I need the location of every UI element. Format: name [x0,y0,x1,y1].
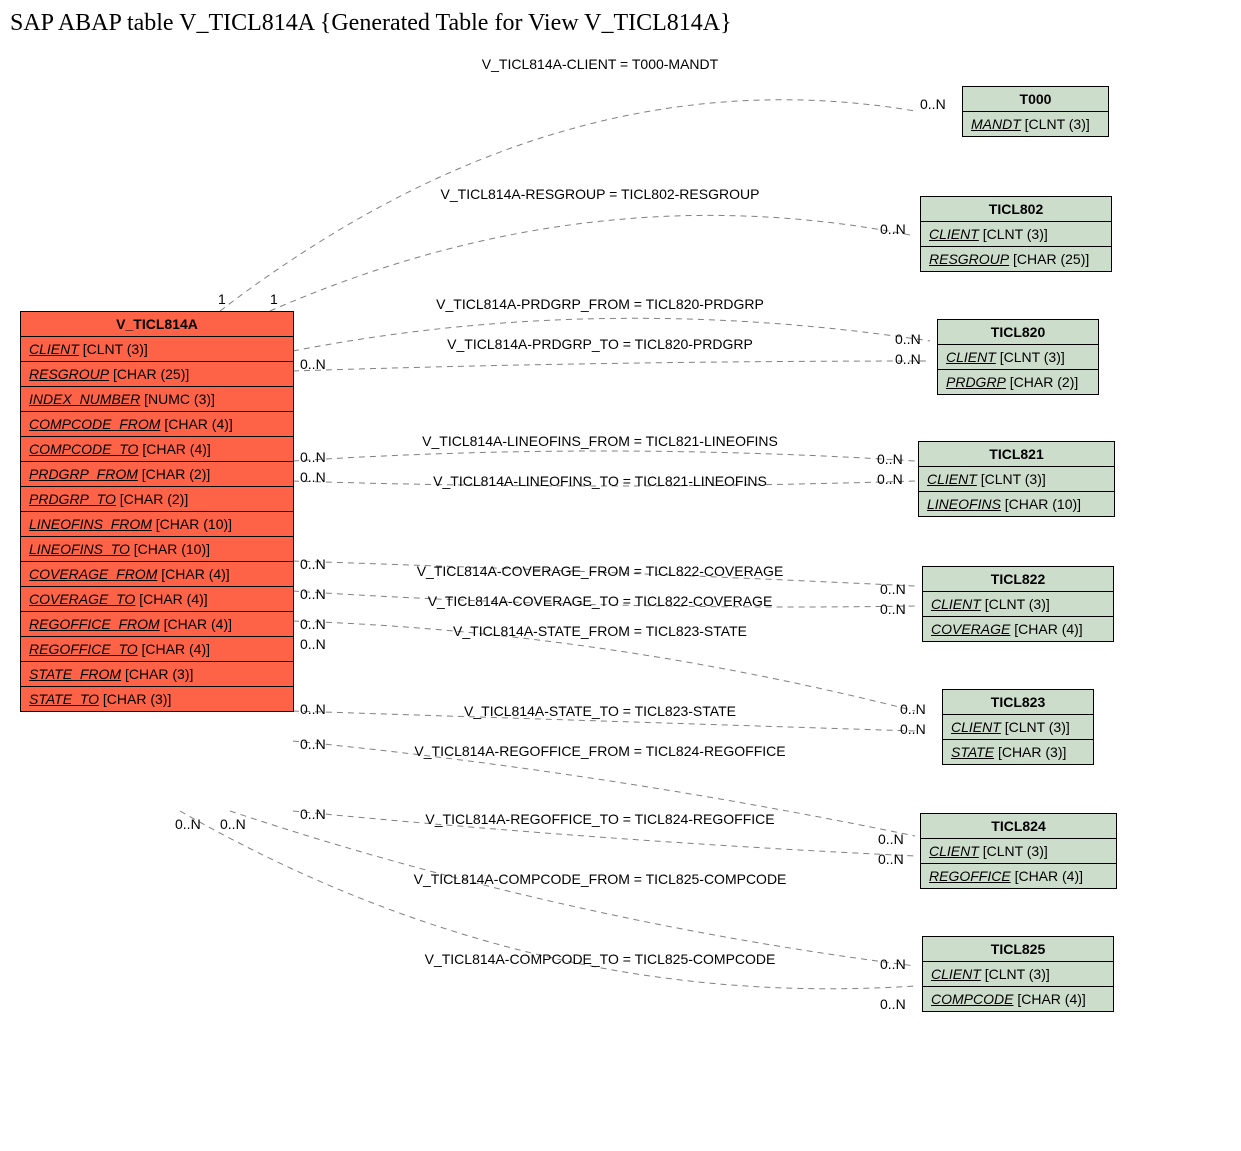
field-row: PRDGRP_TO [CHAR (2)] [21,487,293,512]
cardinality: 0..N [900,721,926,737]
entity-header: TICL822 [923,567,1113,592]
field-row: CLIENT [CLNT (3)] [919,467,1114,492]
er-diagram: V_TICL814A CLIENT [CLNT (3)] RESGROUP [C… [10,41,1231,1141]
field-row: COMPCODE [CHAR (4)] [923,987,1113,1011]
cardinality: 0..N [300,356,326,372]
field-row: CLIENT [CLNT (3)] [938,345,1098,370]
cardinality: 0..N [300,806,326,822]
field-row: STATE [CHAR (3)] [943,740,1093,764]
field-row: STATE_FROM [CHAR (3)] [21,662,293,687]
entity-ticl825: TICL825 CLIENT [CLNT (3)] COMPCODE [CHAR… [922,936,1114,1012]
field-row: CLIENT [CLNT (3)] [21,337,293,362]
relation-label: V_TICL814A-PRDGRP_FROM = TICL820-PRDGRP [436,296,764,312]
entity-header: TICL824 [921,814,1116,839]
cardinality: 0..N [300,469,326,485]
field-row: COMPCODE_FROM [CHAR (4)] [21,412,293,437]
field-row: COMPCODE_TO [CHAR (4)] [21,437,293,462]
cardinality: 0..N [300,449,326,465]
field-row: REGOFFICE [CHAR (4)] [921,864,1116,888]
field-row: CLIENT [CLNT (3)] [923,592,1113,617]
cardinality: 0..N [880,956,906,972]
field-row: PRDGRP [CHAR (2)] [938,370,1098,394]
entity-header: T000 [963,87,1108,112]
relation-label: V_TICL814A-REGOFFICE_FROM = TICL824-REGO… [414,743,785,759]
cardinality: 0..N [300,556,326,572]
relation-label: V_TICL814A-COMPCODE_FROM = TICL825-COMPC… [414,871,787,887]
entity-header: TICL821 [919,442,1114,467]
entity-v-ticl814a: V_TICL814A CLIENT [CLNT (3)] RESGROUP [C… [20,311,294,712]
cardinality: 0..N [878,831,904,847]
cardinality: 0..N [895,331,921,347]
relation-label: V_TICL814A-STATE_FROM = TICL823-STATE [453,623,747,639]
field-row: RESGROUP [CHAR (25)] [921,247,1111,271]
relation-label: V_TICL814A-REGOFFICE_TO = TICL824-REGOFF… [425,811,774,827]
cardinality: 0..N [880,221,906,237]
entity-header: V_TICL814A [21,312,293,337]
cardinality: 0..N [900,701,926,717]
relation-label: V_TICL814A-COVERAGE_TO = TICL822-COVERAG… [428,593,773,609]
entity-header: TICL802 [921,197,1111,222]
field-row: PRDGRP_FROM [CHAR (2)] [21,462,293,487]
relation-label: V_TICL814A-PRDGRP_TO = TICL820-PRDGRP [447,336,753,352]
entity-ticl823: TICL823 CLIENT [CLNT (3)] STATE [CHAR (3… [942,689,1094,765]
cardinality: 0..N [300,616,326,632]
cardinality: 1 [218,291,226,307]
relation-label: V_TICL814A-COMPCODE_TO = TICL825-COMPCOD… [425,951,776,967]
field-row: LINEOFINS_TO [CHAR (10)] [21,537,293,562]
relation-label: V_TICL814A-RESGROUP = TICL802-RESGROUP [441,186,760,202]
cardinality: 0..N [880,996,906,1012]
relation-label: V_TICL814A-LINEOFINS_FROM = TICL821-LINE… [422,433,778,449]
relation-label: V_TICL814A-LINEOFINS_TO = TICL821-LINEOF… [433,473,767,489]
field-row: INDEX_NUMBER [NUMC (3)] [21,387,293,412]
field-row: CLIENT [CLNT (3)] [921,222,1111,247]
entity-ticl824: TICL824 CLIENT [CLNT (3)] REGOFFICE [CHA… [920,813,1117,889]
field-row: REGOFFICE_TO [CHAR (4)] [21,637,293,662]
cardinality: 0..N [220,816,246,832]
page-title: SAP ABAP table V_TICL814A {Generated Tab… [10,10,1231,37]
cardinality: 0..N [920,96,946,112]
field-row: STATE_TO [CHAR (3)] [21,687,293,711]
cardinality: 0..N [877,451,903,467]
entity-ticl821: TICL821 CLIENT [CLNT (3)] LINEOFINS [CHA… [918,441,1115,517]
cardinality: 0..N [878,851,904,867]
cardinality: 0..N [880,601,906,617]
field-row: CLIENT [CLNT (3)] [943,715,1093,740]
relation-label: V_TICL814A-COVERAGE_FROM = TICL822-COVER… [417,563,784,579]
cardinality: 0..N [895,351,921,367]
cardinality: 0..N [880,581,906,597]
field-row: CLIENT [CLNT (3)] [923,962,1113,987]
entity-t000: T000 MANDT [CLNT (3)] [962,86,1109,137]
relation-label: V_TICL814A-CLIENT = T000-MANDT [482,56,718,72]
entity-ticl822: TICL822 CLIENT [CLNT (3)] COVERAGE [CHAR… [922,566,1114,642]
field-row: COVERAGE_TO [CHAR (4)] [21,587,293,612]
entity-header: TICL820 [938,320,1098,345]
cardinality: 0..N [300,636,326,652]
entity-header: TICL825 [923,937,1113,962]
cardinality: 1 [270,291,278,307]
cardinality: 0..N [300,701,326,717]
entity-ticl820: TICL820 CLIENT [CLNT (3)] PRDGRP [CHAR (… [937,319,1099,395]
field-row: LINEOFINS [CHAR (10)] [919,492,1114,516]
cardinality: 0..N [175,816,201,832]
field-row: LINEOFINS_FROM [CHAR (10)] [21,512,293,537]
field-row: COVERAGE_FROM [CHAR (4)] [21,562,293,587]
field-row: RESGROUP [CHAR (25)] [21,362,293,387]
field-row: CLIENT [CLNT (3)] [921,839,1116,864]
relation-label: V_TICL814A-STATE_TO = TICL823-STATE [464,703,736,719]
cardinality: 0..N [877,471,903,487]
field-row: COVERAGE [CHAR (4)] [923,617,1113,641]
cardinality: 0..N [300,736,326,752]
field-row: REGOFFICE_FROM [CHAR (4)] [21,612,293,637]
field-row: MANDT [CLNT (3)] [963,112,1108,136]
cardinality: 0..N [300,586,326,602]
entity-ticl802: TICL802 CLIENT [CLNT (3)] RESGROUP [CHAR… [920,196,1112,272]
entity-header: TICL823 [943,690,1093,715]
